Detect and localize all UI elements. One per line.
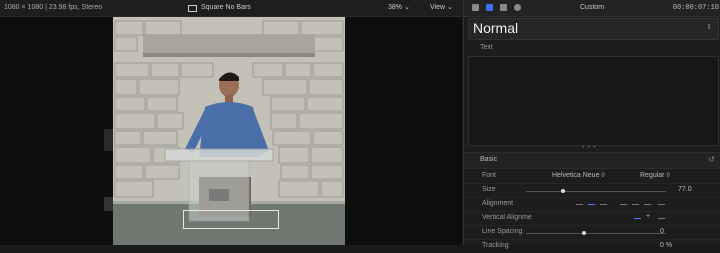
- text-inspector: Custom 00:00:07:10 Normal ⇕ Text • • • B…: [463, 0, 720, 249]
- inspector-tabs: Custom 00:00:07:10: [464, 0, 720, 17]
- view-menu[interactable]: View ⌄: [430, 0, 453, 16]
- viewer-panel: 1080 × 1080 | 23.98 fps, Stereo Square N…: [0, 0, 462, 245]
- align-left-icon[interactable]: [576, 204, 583, 205]
- text-inspector-icon[interactable]: [486, 4, 493, 11]
- size-slider[interactable]: [526, 191, 666, 192]
- justify-right-icon[interactable]: [644, 204, 651, 205]
- valign-middle-icon[interactable]: +: [646, 213, 650, 220]
- aspect-display[interactable]: Square No Bars: [188, 0, 251, 16]
- tracking-label: Tracking: [482, 242, 509, 249]
- size-value[interactable]: 77.0: [678, 186, 692, 193]
- inspector-title: Custom: [580, 4, 605, 11]
- font-label: Font: [482, 172, 497, 179]
- viewer-toolbar: 1080 × 1080 | 23.98 fps, Stereo Square N…: [0, 0, 462, 17]
- align-right-icon[interactable]: [600, 204, 607, 205]
- size-slider-knob[interactable]: [561, 189, 565, 193]
- aspect-icon: [188, 4, 197, 12]
- basic-section-header[interactable]: Basic ↺: [464, 153, 720, 169]
- guitar-silhouette: [104, 129, 126, 211]
- vertical-alignment-row: Vertical Alignme +: [464, 212, 720, 226]
- format-info: 1080 × 1080 | 23.98 fps, Stereo: [4, 4, 103, 11]
- view-label: View: [430, 4, 446, 11]
- chevron-down-icon: ⌄: [447, 4, 453, 11]
- audio-inspector-icon[interactable]: [500, 4, 507, 11]
- line-spacing-value[interactable]: 0: [660, 228, 664, 235]
- size-row: Size 77.0: [464, 184, 720, 198]
- video-inspector-icon[interactable]: [472, 4, 479, 11]
- valign-bottom-icon[interactable]: [658, 218, 665, 219]
- preset-value: Normal: [473, 20, 519, 36]
- font-family-menu[interactable]: Helvetica Neue ◊: [552, 172, 605, 179]
- justify-left-icon[interactable]: [620, 204, 627, 205]
- chevron-down-icon: ⌄: [403, 4, 410, 11]
- font-style-menu[interactable]: Regular ◊: [640, 172, 670, 179]
- text-bounding-box[interactable]: [183, 210, 279, 229]
- align-center-icon[interactable]: [588, 204, 595, 205]
- resize-grip-icon[interactable]: • • •: [582, 145, 597, 151]
- text-entry-field[interactable]: [468, 56, 719, 146]
- basic-section-label: Basic: [480, 156, 498, 163]
- line-spacing-knob[interactable]: [582, 231, 586, 235]
- timecode: 00:00:07:10: [672, 4, 719, 12]
- reset-icon[interactable]: ↺: [708, 155, 715, 164]
- line-spacing-row: Line Spacing 0: [464, 226, 720, 240]
- font-row: Font Helvetica Neue ◊ Regular ◊: [464, 170, 720, 184]
- line-spacing-label: Line Spacing: [482, 228, 523, 235]
- justify-center-icon[interactable]: [632, 204, 639, 205]
- justify-full-icon[interactable]: [658, 204, 665, 205]
- size-label: Size: [482, 186, 496, 193]
- updown-chevron-icon: ⇕: [706, 24, 712, 31]
- text-section-label: Text: [480, 44, 493, 51]
- tracking-row: Tracking 0 %: [464, 240, 720, 253]
- text-style-preset[interactable]: Normal ⇕: [468, 18, 719, 40]
- zoom-value: 38%: [388, 4, 403, 11]
- vertical-alignment-label: Vertical Alignme: [482, 214, 532, 221]
- aspect-label: Square No Bars: [201, 4, 251, 11]
- alignment-row: Alignment: [464, 198, 720, 212]
- info-inspector-icon[interactable]: [514, 4, 521, 11]
- line-spacing-slider[interactable]: [526, 233, 666, 234]
- background-right: [345, 17, 462, 245]
- tracking-value[interactable]: 0 %: [660, 242, 672, 249]
- zoom-menu[interactable]: 38% ⌄: [388, 0, 410, 16]
- alignment-label: Alignment: [482, 200, 514, 207]
- valign-top-icon[interactable]: [634, 218, 641, 219]
- background-left: [0, 17, 126, 245]
